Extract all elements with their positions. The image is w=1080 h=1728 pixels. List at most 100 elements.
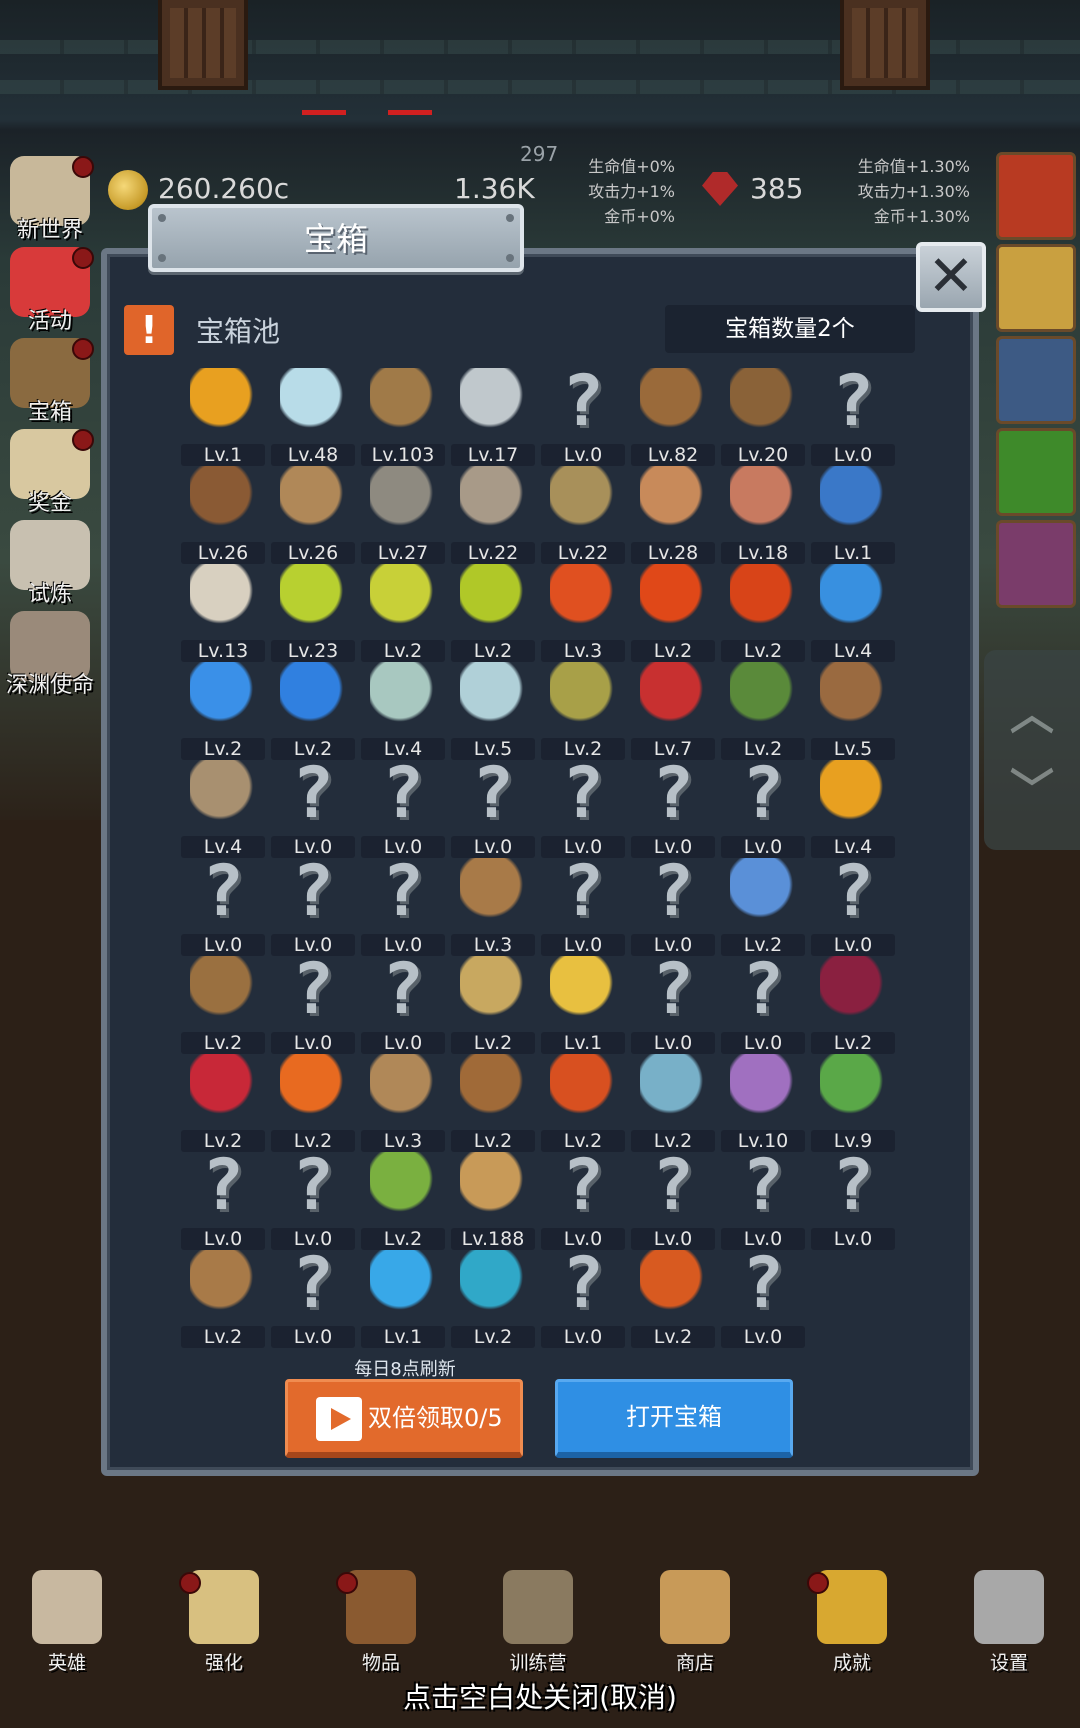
side-menu-item[interactable]: 深渊使命 bbox=[2, 605, 98, 701]
close-hint-text[interactable]: 点击空白处关闭(取消) bbox=[0, 1676, 1080, 1716]
nav-item[interactable]: 英雄 bbox=[12, 1570, 122, 1680]
nav-item[interactable]: 强化 bbox=[169, 1570, 279, 1680]
chest-item-slot[interactable]: Lv.3 bbox=[449, 858, 537, 956]
chest-item-slot[interactable]: Lv.2 bbox=[449, 1054, 537, 1152]
chest-item-slot[interactable]: Lv.1 bbox=[539, 956, 627, 1054]
chest-item-slot[interactable]: ? Lv.0 bbox=[359, 954, 447, 1054]
chest-item-slot[interactable]: Lv.2 bbox=[359, 564, 447, 662]
chest-item-slot[interactable]: Lv.2 bbox=[719, 858, 807, 956]
shield-face-icon[interactable] bbox=[996, 336, 1076, 424]
chest-item-slot[interactable]: Lv.2 bbox=[269, 662, 357, 760]
chest-item-slot[interactable]: Lv.4 bbox=[809, 564, 897, 662]
chest-item-slot[interactable]: Lv.103 bbox=[359, 368, 447, 466]
chest-item-slot[interactable]: Lv.26 bbox=[179, 466, 267, 564]
chest-item-slot[interactable]: Lv.2 bbox=[269, 1054, 357, 1152]
chest-item-slot[interactable]: Lv.2 bbox=[179, 662, 267, 760]
chest-item-slot[interactable]: Lv.2 bbox=[809, 956, 897, 1054]
chest-item-slot[interactable]: Lv.5 bbox=[449, 662, 537, 760]
chest-item-slot[interactable]: Lv.2 bbox=[629, 1054, 717, 1152]
chest-item-slot[interactable]: Lv.2 bbox=[629, 1250, 717, 1348]
nav-item[interactable]: 训练营 bbox=[483, 1570, 593, 1680]
nav-item[interactable]: 物品 bbox=[326, 1570, 436, 1680]
chest-item-slot[interactable]: Lv.1 bbox=[179, 368, 267, 466]
chest-item-slot[interactable]: Lv.2 bbox=[179, 956, 267, 1054]
double-claim-button[interactable]: 双倍领取0/5 bbox=[285, 1379, 523, 1458]
chest-item-slot[interactable]: Lv.2 bbox=[179, 1250, 267, 1348]
chest-item-slot[interactable]: ? Lv.0 bbox=[629, 856, 717, 956]
chest-item-slot[interactable]: Lv.2 bbox=[449, 1250, 537, 1348]
chest-item-slot[interactable]: Lv.3 bbox=[539, 564, 627, 662]
chest-item-slot[interactable]: ? Lv.0 bbox=[719, 954, 807, 1054]
chest-item-slot[interactable]: Lv.2 bbox=[359, 1152, 447, 1250]
side-menu-item[interactable]: 新世界 bbox=[2, 150, 98, 246]
side-menu-item[interactable]: 宝箱 bbox=[2, 332, 98, 428]
chest-item-slot[interactable]: ? Lv.0 bbox=[359, 856, 447, 956]
side-menu-item[interactable]: 奖金 bbox=[2, 423, 98, 519]
chest-item-slot[interactable]: ? Lv.0 bbox=[269, 954, 357, 1054]
chest-item-slot[interactable]: Lv.1 bbox=[359, 1250, 447, 1348]
chest-item-slot[interactable]: ? Lv.0 bbox=[719, 1248, 807, 1348]
nav-item[interactable]: 成就 bbox=[797, 1570, 907, 1680]
chest-item-slot[interactable]: Lv.2 bbox=[449, 956, 537, 1054]
chest-item-slot[interactable]: ? Lv.0 bbox=[629, 1150, 717, 1250]
chest-item-slot[interactable]: ? Lv.0 bbox=[179, 1150, 267, 1250]
chest-item-slot[interactable]: Lv.22 bbox=[449, 466, 537, 564]
chest-item-slot[interactable]: Lv.10 bbox=[719, 1054, 807, 1152]
open-chest-button[interactable]: 打开宝箱 bbox=[555, 1379, 793, 1458]
chest-item-slot[interactable]: ? Lv.0 bbox=[539, 1248, 627, 1348]
chest-item-slot[interactable]: Lv.23 bbox=[269, 564, 357, 662]
chest-item-slot[interactable]: Lv.27 bbox=[359, 466, 447, 564]
chest-item-slot[interactable]: ? Lv.0 bbox=[539, 856, 627, 956]
chest-item-slot[interactable]: ? Lv.0 bbox=[179, 856, 267, 956]
apple-icon[interactable] bbox=[996, 152, 1076, 240]
chest-item-slot[interactable]: ? Lv.0 bbox=[269, 1150, 357, 1250]
chest-item-slot[interactable]: Lv.4 bbox=[179, 760, 267, 858]
chest-item-slot[interactable]: Lv.2 bbox=[719, 662, 807, 760]
chest-item-slot[interactable]: Lv.5 bbox=[809, 662, 897, 760]
chest-item-slot[interactable]: ? Lv.0 bbox=[629, 954, 717, 1054]
side-menu-item[interactable]: 试炼 bbox=[2, 514, 98, 610]
close-button[interactable]: ✕ bbox=[916, 242, 986, 312]
chest-item-slot[interactable]: Lv.22 bbox=[539, 466, 627, 564]
chest-item-slot[interactable]: Lv.3 bbox=[359, 1054, 447, 1152]
chest-item-slot[interactable]: ? Lv.0 bbox=[809, 366, 897, 466]
chest-item-slot[interactable]: ? Lv.0 bbox=[629, 758, 717, 858]
chest-item-slot[interactable]: ? Lv.0 bbox=[719, 758, 807, 858]
chest-item-slot[interactable]: ? Lv.0 bbox=[719, 1150, 807, 1250]
chest-item-slot[interactable]: ? Lv.0 bbox=[269, 758, 357, 858]
chest-item-slot[interactable]: Lv.2 bbox=[179, 1054, 267, 1152]
chest-item-slot[interactable]: ? Lv.0 bbox=[539, 366, 627, 466]
chest-item-slot[interactable]: ? Lv.0 bbox=[359, 758, 447, 858]
chest-item-slot[interactable]: Lv.7 bbox=[629, 662, 717, 760]
chest-item-slot[interactable]: Lv.1 bbox=[809, 466, 897, 564]
chest-item-slot[interactable]: Lv.20 bbox=[719, 368, 807, 466]
chest-item-slot[interactable]: Lv.82 bbox=[629, 368, 717, 466]
chest-item-slot[interactable]: Lv.13 bbox=[179, 564, 267, 662]
chest-item-slot[interactable]: Lv.4 bbox=[809, 760, 897, 858]
nav-item[interactable]: 设置 bbox=[954, 1570, 1064, 1680]
chest-item-slot[interactable]: Lv.48 bbox=[269, 368, 357, 466]
goblin-icon[interactable] bbox=[996, 520, 1076, 608]
nav-item[interactable]: 商店 bbox=[640, 1570, 750, 1680]
chest-item-slot[interactable]: ? Lv.0 bbox=[539, 1150, 627, 1250]
chest-item-slot[interactable]: Lv.17 bbox=[449, 368, 537, 466]
slime-icon[interactable] bbox=[996, 428, 1076, 516]
chest-item-slot[interactable]: ? Lv.0 bbox=[449, 758, 537, 858]
chest-item-slot[interactable]: ? Lv.0 bbox=[269, 856, 357, 956]
chest-item-slot[interactable]: Lv.9 bbox=[809, 1054, 897, 1152]
chest-item-slot[interactable]: Lv.2 bbox=[539, 1054, 627, 1152]
scroll-up-icon[interactable]: ︿ bbox=[1010, 678, 1054, 742]
chest-item-slot[interactable]: Lv.4 bbox=[359, 662, 447, 760]
chest-item-slot[interactable]: Lv.2 bbox=[449, 564, 537, 662]
chest-item-slot[interactable]: ? Lv.0 bbox=[539, 758, 627, 858]
chest-item-slot[interactable]: ? Lv.0 bbox=[809, 856, 897, 956]
chest-item-slot[interactable]: Lv.2 bbox=[539, 662, 627, 760]
chest-item-slot[interactable]: ? Lv.0 bbox=[269, 1248, 357, 1348]
chest-item-slot[interactable]: Lv.2 bbox=[719, 564, 807, 662]
candle-icon[interactable] bbox=[996, 244, 1076, 332]
side-menu-item[interactable]: 活动 bbox=[2, 241, 98, 337]
scroll-down-icon[interactable]: ﹀ bbox=[1010, 754, 1054, 818]
chest-item-slot[interactable]: Lv.2 bbox=[629, 564, 717, 662]
chest-item-slot[interactable]: Lv.188 bbox=[449, 1152, 537, 1250]
chest-item-slot[interactable]: Lv.28 bbox=[629, 466, 717, 564]
